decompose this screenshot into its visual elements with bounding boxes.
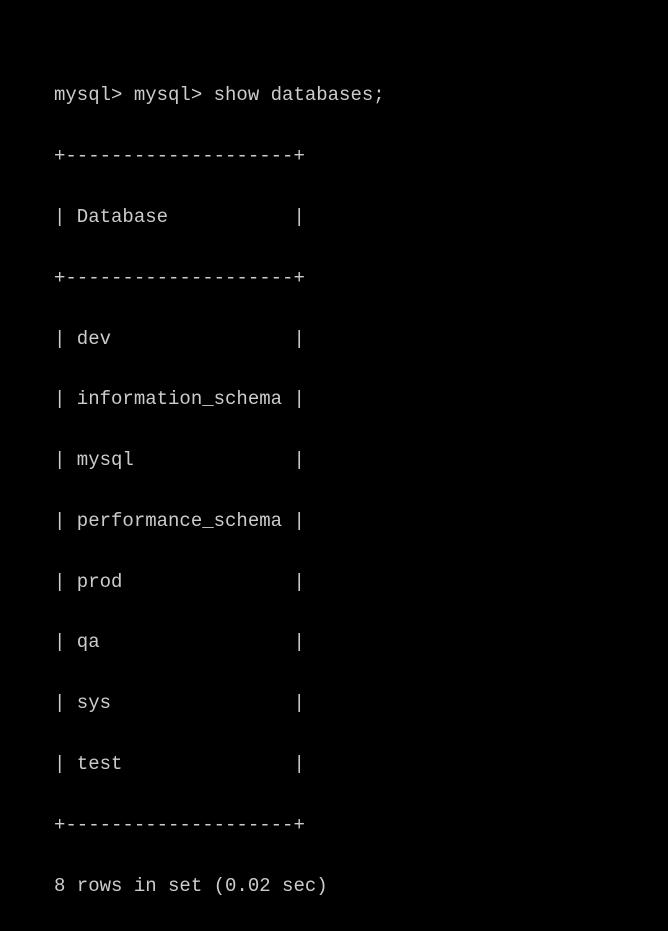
table-border-mid: +--------------------+ [54,263,668,293]
table-row: | test | [54,749,668,779]
summary-line: 8 rows in set (0.02 sec) [54,871,668,901]
table-row: | sys | [54,688,668,718]
table-row: | information_schema | [54,384,668,414]
prompt-line[interactable]: mysql> mysql> show databases; [54,80,668,110]
terminal-output: mysql> mysql> show databases; +---------… [0,0,668,931]
table-header-row: | Database | [54,202,668,232]
table-row: | prod | [54,567,668,597]
table-border-top: +--------------------+ [54,141,668,171]
table-border-bottom: +--------------------+ [54,810,668,840]
table-row: | mysql | [54,445,668,475]
table-row: | qa | [54,627,668,657]
table-row: | dev | [54,324,668,354]
table-row: | performance_schema | [54,506,668,536]
